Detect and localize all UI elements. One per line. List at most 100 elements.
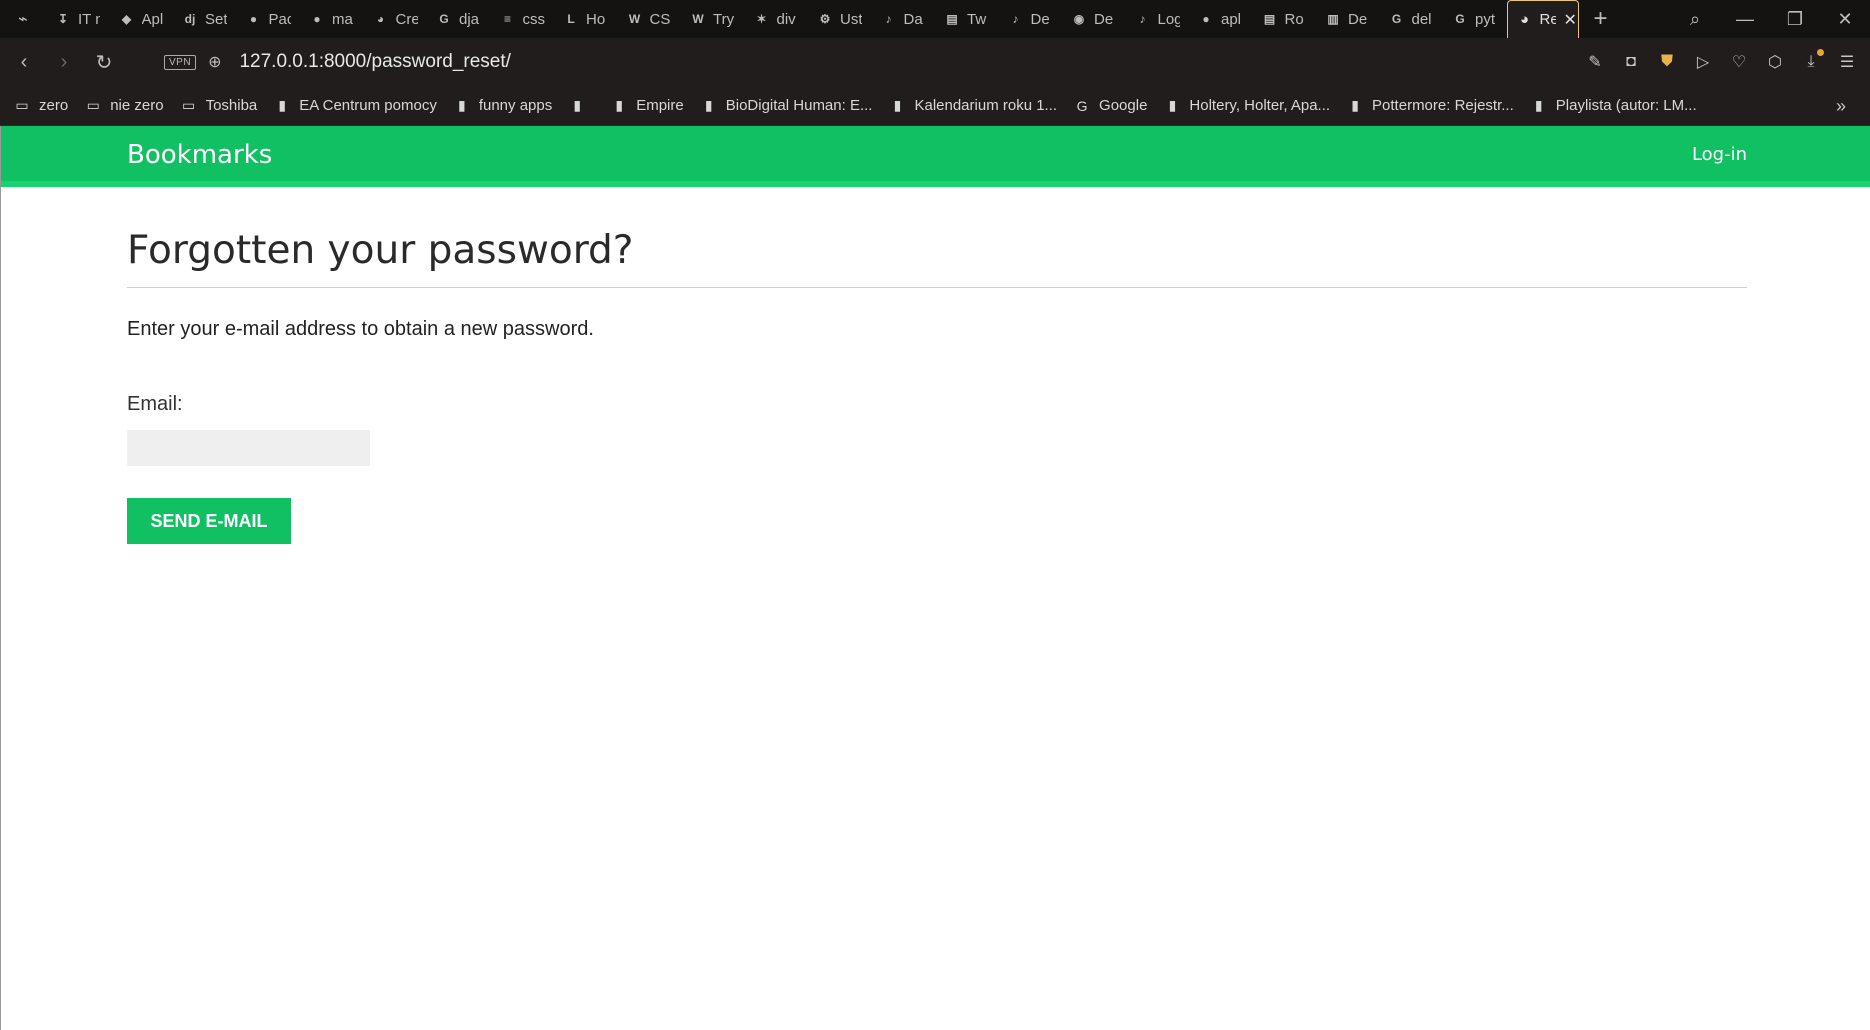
tab-item[interactable]: L Ho (554, 0, 618, 38)
google-icon: G (439, 12, 449, 26)
bookmark-label: Google (1099, 97, 1148, 114)
gear-icon: ⚙ (819, 12, 831, 26)
tab-item[interactable]: W CS (618, 0, 682, 38)
bookmark-label: nie zero (110, 97, 164, 114)
vpn-badge[interactable]: VPN (164, 54, 197, 70)
tab-item[interactable]: W Try (681, 0, 745, 38)
bookmark-label: zero (39, 97, 69, 114)
download-icon[interactable]: ⤓ (1800, 49, 1824, 73)
bookmark-item[interactable]: ▮ Empire (611, 97, 684, 115)
new-tab-button[interactable]: + (1579, 0, 1623, 38)
tab-item[interactable]: ● apl (1189, 0, 1253, 38)
bookmark-item[interactable]: ▭ Toshiba (181, 97, 257, 115)
django-icon: dj (184, 12, 196, 26)
tab-title: CS (649, 10, 671, 28)
close-tab-icon[interactable]: ✕ (1564, 10, 1577, 30)
tab-item[interactable]: ● Pac (237, 0, 301, 38)
search-tabs-icon[interactable]: ⌕ (1670, 0, 1720, 38)
close-window-button[interactable]: ✕ (1820, 0, 1870, 38)
site-info-icon[interactable]: ⊕ (208, 52, 221, 72)
email-field[interactable] (127, 430, 370, 466)
github-icon: ● (1202, 12, 1210, 26)
edit-icon[interactable]: ✎ (1584, 51, 1606, 73)
site-logo[interactable]: Bookmarks (127, 140, 272, 170)
tab-item[interactable]: ♪ De (999, 0, 1063, 38)
intro-text: Enter your e-mail address to obtain a ne… (127, 318, 594, 340)
page-title: Forgotten your password? (127, 228, 1747, 288)
gitlab-icon: ◆ (121, 12, 132, 26)
tab-item[interactable]: dj Set (173, 0, 237, 38)
tab-title: Re (1539, 11, 1556, 28)
bookmark-item[interactable]: ▭ zero (14, 97, 68, 115)
restore-button[interactable]: ❐ (1770, 0, 1820, 38)
bookmark-item[interactable]: ▮ Pottermore: Rejestr... (1347, 97, 1514, 115)
tab-item[interactable]: Gpyt (1443, 0, 1507, 38)
tab-item[interactable]: ▥ De (1316, 0, 1380, 38)
tab-item[interactable]: ◕ Cre (364, 0, 428, 38)
tab-title: dja (459, 10, 480, 28)
bookmark-label: Empire (636, 97, 684, 114)
tab-item[interactable]: ✶ div (745, 0, 809, 38)
letter-l-icon: L (567, 12, 575, 26)
bookmark-item[interactable]: G Google (1074, 97, 1148, 115)
tab-item[interactable]: Gdja (427, 0, 491, 38)
heart-icon[interactable]: ♡ (1728, 51, 1750, 73)
easy-setup-icon[interactable]: ☰ (1836, 51, 1858, 73)
tab-title: Log (1157, 10, 1180, 28)
bookmark-label: BioDigital Human: E... (725, 97, 873, 114)
bookmark-item[interactable]: ▮ funny apps (454, 97, 552, 115)
tab-item[interactable]: Gdel (1380, 0, 1444, 38)
tab-item[interactable]: ● ma (300, 0, 364, 38)
address-bar: ‹ › ↻ VPN ⊕ 127.0.0.1:8000/password_rese… (0, 38, 1870, 86)
tab-item[interactable]: ▤ Ro (1253, 0, 1317, 38)
forward-button[interactable]: › (48, 46, 80, 78)
page-icon: ▮ (1351, 97, 1359, 113)
w3schools-icon: W (692, 12, 704, 26)
url-field[interactable]: 127.0.0.1:8000/password_reset/ (239, 51, 510, 73)
bookmarks-list: ▭ zero ▭ nie zero ▭ Toshiba ▮ EA Centrum pomocy… (14, 97, 1714, 115)
page-icon: ▮ (1168, 97, 1177, 113)
tab-item[interactable]: ⚙ Ust (808, 0, 872, 38)
game-controller-icon[interactable]: ⌁ (0, 0, 46, 38)
music-note-icon: ♪ (885, 12, 892, 26)
music-note-icon: ♪ (1139, 12, 1146, 26)
cube-icon[interactable]: ⬡ (1764, 51, 1786, 73)
bookmark-item[interactable]: ▮ Holtery, Holter, Apa... (1164, 97, 1330, 115)
tab-item[interactable]: ◆ Apl (110, 0, 174, 38)
main-content: Forgotten your password? Enter your e-ma… (127, 187, 1747, 544)
bookmark-item[interactable]: ▮ EA Centrum pomocy (274, 97, 436, 115)
send-email-button[interactable]: SEND E-MAIL (127, 498, 291, 544)
reload-button[interactable]: ↻ (88, 46, 120, 78)
page-icon: ▮ (573, 97, 582, 113)
tab-item[interactable]: ♪ Da (872, 0, 936, 38)
tab-title: Tw (967, 10, 987, 28)
tab-item[interactable]: ≡ css (491, 0, 555, 38)
tab-item[interactable]: ◉ De (1062, 0, 1126, 38)
bookmark-label: Holtery, Holter, Apa... (1189, 97, 1331, 114)
page-icon: ▮ (278, 97, 287, 113)
page-viewport: Bookmarks Log-in Forgotten your password… (0, 126, 1870, 1030)
page-icon: ▮ (893, 97, 902, 113)
tab-active[interactable]: ◕ Re ✕ (1506, 0, 1579, 38)
bookmark-item[interactable]: ▮ Playlista (autor: LM... (1531, 97, 1697, 115)
login-link[interactable]: Log-in (1692, 144, 1747, 165)
camera-icon[interactable]: ◘ (1620, 51, 1642, 73)
bookmark-item[interactable]: ▮ Kalendarium roku 1... (889, 97, 1057, 115)
folder-icon: ▭ (181, 97, 196, 113)
bookmark-item[interactable]: ▭ nie zero (85, 97, 164, 115)
tab-title: apl (1221, 10, 1242, 28)
tab-title: Ro (1284, 10, 1304, 28)
sort-az-icon: ↧ (57, 12, 69, 26)
back-button[interactable]: ‹ (8, 46, 40, 78)
tab-item[interactable]: ↧ IT n (46, 0, 110, 38)
more-bookmarks-icon[interactable]: » (1836, 86, 1846, 126)
tab-item[interactable]: ▤ Tw (935, 0, 999, 38)
tab-item[interactable]: ♪ Log (1126, 0, 1190, 38)
minimize-button[interactable]: — (1720, 0, 1770, 38)
send-icon[interactable]: ▷ (1692, 51, 1714, 73)
github-icon: ● (249, 12, 258, 26)
bookmark-item[interactable]: ▮ (569, 97, 594, 115)
shield-icon[interactable]: ⛊ (1656, 51, 1678, 73)
google-icon: G (1391, 12, 1402, 26)
bookmark-item[interactable]: ▮ BioDigital Human: E... (701, 97, 873, 115)
